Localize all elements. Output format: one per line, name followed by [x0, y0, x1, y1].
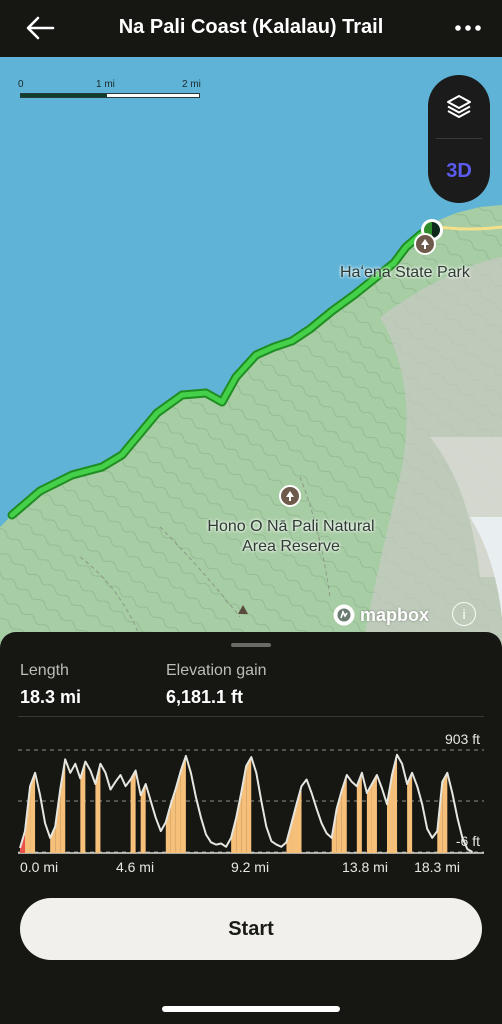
chart-x-tick-label: 4.6 mi — [116, 859, 154, 875]
length-stat: Length 18.3 mi — [20, 662, 81, 708]
elevation-profile-chart[interactable]: 903 ft -6 ft 0.0 mi 4.6 mi 9.2 mi 13.8 mi 18.3… — [18, 716, 484, 876]
length-value: 18.3 mi — [20, 687, 82, 707]
chart-climb-segment — [366, 784, 372, 853]
mapbox-logo-icon — [333, 604, 355, 626]
chart-y-tick-label: -6 ft — [456, 833, 480, 849]
chart-climb-segment — [407, 772, 413, 853]
chart-x-tick-label: 9.2 mi — [231, 859, 269, 875]
start-button[interactable]: Start — [20, 898, 482, 960]
trail-map[interactable]: 0 1 mi 2 mi 3D Haʻena State Park Hono O … — [0, 57, 502, 657]
scale-label-start: 0 — [18, 79, 24, 90]
chart-climb-segment — [442, 772, 448, 853]
chart-x-tick-label: 0.0 mi — [20, 859, 58, 875]
more-options-button[interactable] — [452, 14, 484, 42]
attribution-info-button[interactable]: i — [452, 602, 476, 626]
chart-climb-segment — [246, 757, 252, 853]
layers-icon — [447, 95, 471, 118]
mapbox-text: mapbox — [360, 604, 430, 625]
tree-icon[interactable] — [279, 485, 301, 507]
place-label-reserve[interactable]: Hono O Nā Pali Natural Area Reserve — [176, 517, 406, 557]
view-3d-button[interactable]: 3D — [428, 141, 490, 201]
map-canvas — [0, 57, 502, 657]
tree-icon[interactable] — [414, 233, 436, 255]
elevation-gain-value: 6,181.1 ft — [166, 687, 244, 707]
place-label-reserve-line2: Area Reserve — [242, 538, 340, 555]
place-label-reserve-line1: Hono O Nā Pali Natural — [207, 518, 375, 535]
sheet-drag-handle[interactable] — [231, 643, 271, 647]
chart-climb-segment — [371, 775, 377, 853]
scale-label-mid: 1 mi — [96, 79, 115, 90]
top-app-bar: Na Pali Coast (Kalalau) Trail — [0, 0, 502, 57]
mapbox-attribution[interactable]: mapbox — [332, 601, 429, 629]
map-controls: 3D — [428, 75, 490, 203]
chart-x-tick-label: 13.8 mi — [342, 859, 388, 875]
trail-details-sheet: Length 18.3 mi Elevation gain 6,181.1 ft… — [0, 632, 502, 1024]
page-title: Na Pali Coast (Kalalau) Trail — [118, 16, 384, 38]
scale-bar: 0 1 mi 2 mi — [18, 79, 204, 99]
home-indicator — [162, 1006, 340, 1012]
elevation-gain-label: Elevation gain — [166, 662, 267, 679]
scale-label-end: 2 mi — [182, 79, 201, 90]
arrow-left-icon — [26, 16, 55, 40]
elevation-gain-stat: Elevation gain 6,181.1 ft — [166, 662, 267, 708]
back-button[interactable] — [22, 10, 58, 46]
scale-bar-track — [20, 93, 200, 98]
more-horizontal-icon — [455, 25, 481, 31]
screen: Na Pali Coast (Kalalau) Trail 0 1 mi 2 m… — [0, 0, 502, 1024]
place-label-haena[interactable]: Haʻena State Park — [340, 263, 502, 283]
chart-y-tick-label: 903 ft — [445, 731, 480, 747]
map-layers-button[interactable] — [428, 75, 490, 137]
length-label: Length — [20, 662, 69, 679]
chart-x-tick-label: 18.3 mi — [414, 859, 460, 875]
chart-climb-segment — [130, 770, 136, 853]
